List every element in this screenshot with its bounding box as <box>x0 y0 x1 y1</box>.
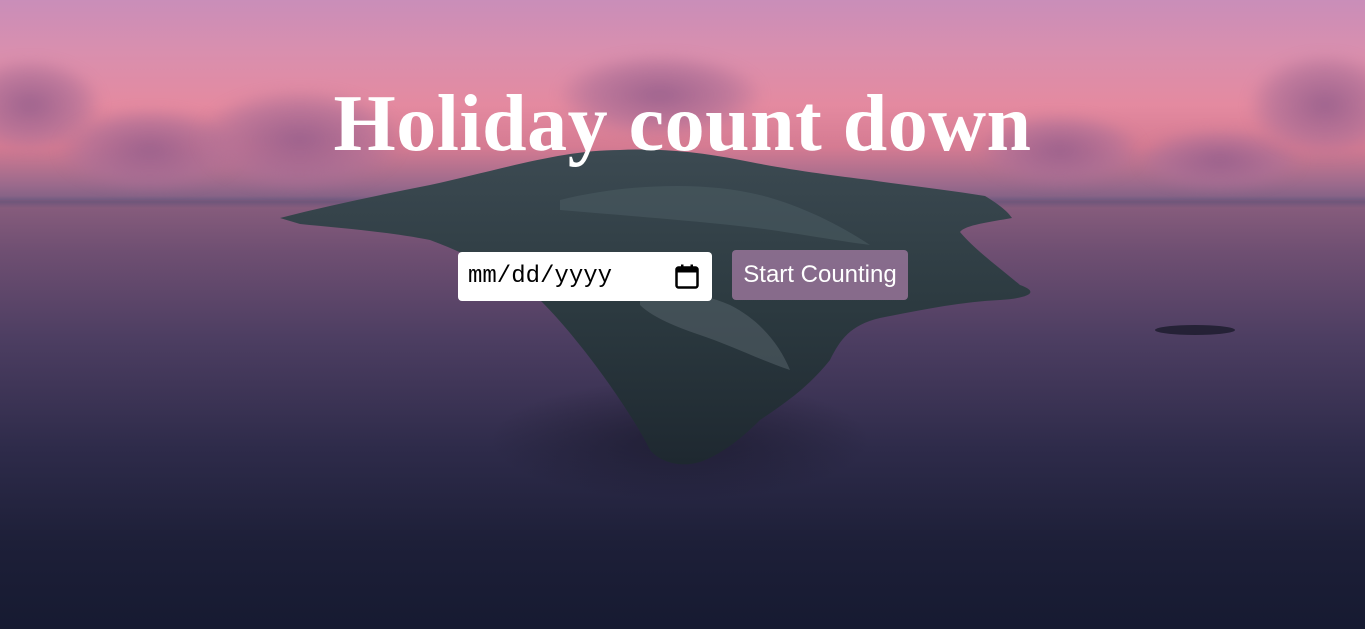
date-input[interactable]: mm/dd/yyyy <box>458 252 712 301</box>
calendar-icon[interactable] <box>675 264 699 289</box>
content: Holiday count down mm/dd/yyyy Start Coun… <box>0 0 1365 629</box>
start-counting-button[interactable]: Start Counting <box>732 250 908 300</box>
page-title: Holiday count down <box>333 80 1032 168</box>
